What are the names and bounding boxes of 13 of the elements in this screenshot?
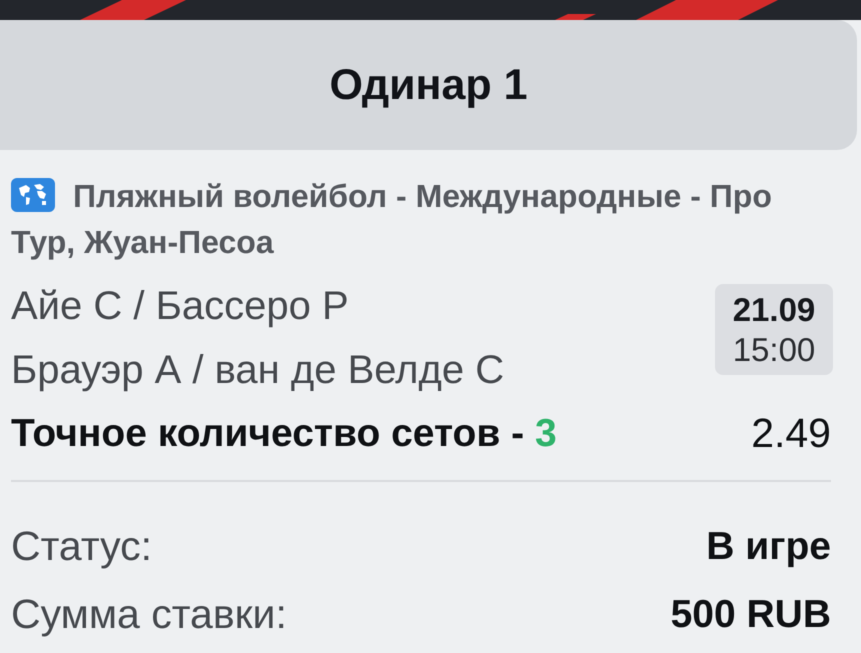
detail-label: Статус:: [11, 522, 152, 572]
detail-label: Сумма ставки:: [11, 590, 287, 640]
bet-selection: Точное количество сетов - 3: [11, 410, 557, 457]
team-name: Айе С / Бассеро Р: [11, 283, 350, 330]
team-name: Брауэр А / ван де Велде С: [11, 347, 504, 394]
detail-value: 500 RUB: [670, 592, 831, 638]
bet-odds: 2.49: [751, 409, 831, 458]
match-time: 15:00: [732, 330, 816, 370]
detail-value: В игре: [706, 524, 831, 570]
world-map-icon: [11, 178, 55, 212]
tournament-name: Пляжный волейбол - Международные - Про Тур, Жуан-Песоа: [11, 177, 773, 262]
match-date: 21.09: [732, 290, 816, 330]
bet-title: Одинар 1: [329, 64, 528, 106]
